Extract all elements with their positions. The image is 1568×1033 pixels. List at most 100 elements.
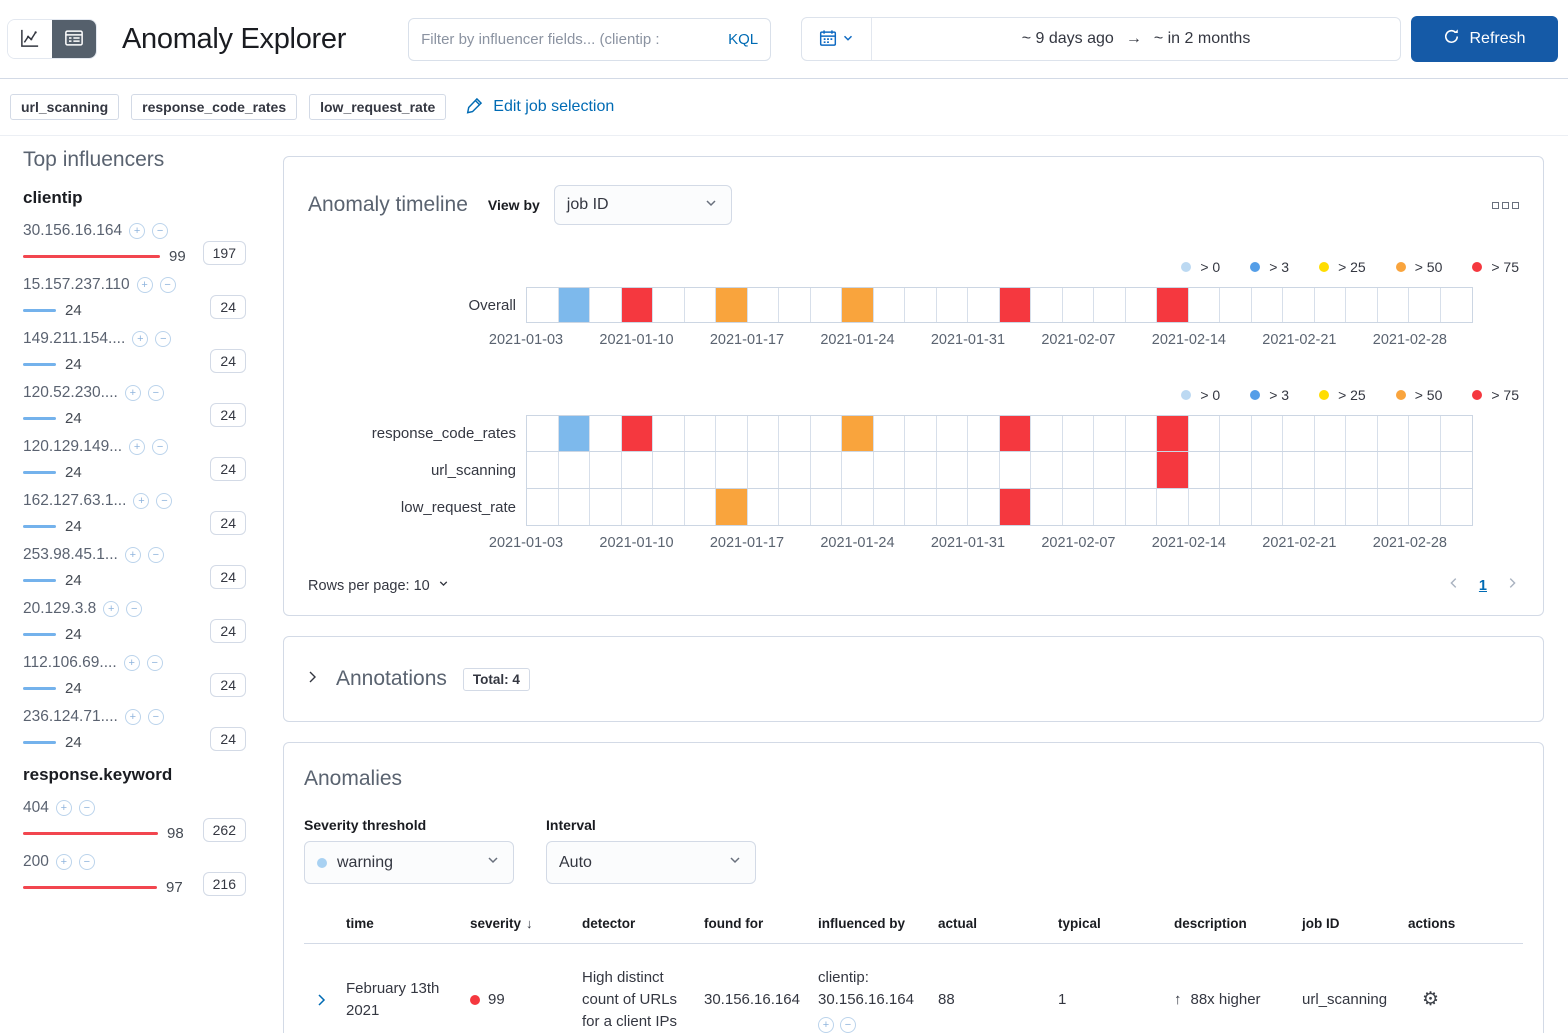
swimlane-cell[interactable] [1094, 416, 1126, 451]
swimlane-cell[interactable] [748, 489, 779, 525]
swimlane-cell[interactable] [1126, 288, 1157, 322]
swimlane-cell[interactable] [1283, 489, 1315, 525]
influencer-name[interactable]: 30.156.16.164 [23, 222, 122, 240]
filter-out-icon[interactable]: − [147, 709, 164, 725]
swimlane-cell[interactable] [779, 452, 811, 488]
swimlane-cell[interactable] [716, 416, 748, 451]
swimlane-cell[interactable] [1346, 452, 1378, 488]
influencer-name[interactable]: 120.129.149... [23, 438, 122, 456]
swimlane-cell[interactable] [1252, 416, 1283, 451]
swimlane-cell[interactable] [1346, 288, 1378, 322]
swimlane-cell[interactable] [1409, 288, 1441, 322]
swimlane-cell[interactable] [1126, 416, 1157, 451]
swimlane-cell[interactable] [1441, 288, 1473, 322]
filter-for-icon[interactable]: + [55, 854, 72, 870]
swimlane-cell[interactable] [685, 416, 716, 451]
swimlane-cell[interactable] [558, 416, 590, 451]
swimlane-cell[interactable] [1063, 416, 1094, 451]
swimlane-cell[interactable] [558, 288, 590, 322]
filter-for-icon[interactable]: + [129, 223, 146, 239]
edit-job-selection[interactable]: Edit job selection [466, 96, 614, 119]
swimlane-cell[interactable] [811, 452, 842, 488]
swimlane-cell[interactable] [1441, 416, 1473, 451]
swimlane-cell[interactable] [905, 489, 937, 525]
filter-for-icon[interactable]: + [132, 331, 149, 347]
swimlane-cell[interactable] [1063, 288, 1094, 322]
swimlane-cell[interactable] [811, 288, 842, 322]
swimlane-cell[interactable] [685, 452, 716, 488]
swimlane-cell[interactable] [842, 489, 874, 525]
col-influenced-by[interactable]: influenced by [810, 908, 930, 943]
swimlane-cell[interactable] [1031, 288, 1063, 322]
filter-for-icon[interactable]: + [124, 385, 141, 401]
swimlane-cell[interactable] [559, 452, 590, 488]
swimlane-cell[interactable] [527, 288, 559, 322]
filter-out-icon[interactable]: − [152, 223, 169, 239]
previous-page-icon[interactable] [1447, 576, 1461, 595]
swimlane-cell[interactable] [1252, 452, 1283, 488]
swimlane-cell[interactable] [622, 489, 653, 525]
influencer-name[interactable]: 149.211.154.... [23, 330, 125, 348]
swimlane-cell[interactable] [1031, 489, 1063, 525]
swimlane-cell[interactable] [1441, 452, 1473, 488]
swimlane-cell[interactable] [1283, 452, 1315, 488]
annotations-panel[interactable]: Annotations Total: 4 [283, 636, 1544, 722]
swimlane-cell[interactable] [999, 489, 1031, 525]
filter-out-icon[interactable]: − [146, 655, 163, 671]
next-page-icon[interactable] [1505, 576, 1519, 595]
filter-out-icon[interactable]: − [840, 1017, 856, 1033]
swimlane-cell[interactable] [622, 452, 653, 488]
severity-threshold-select[interactable]: warning [304, 841, 514, 884]
kql-button[interactable]: KQL [728, 31, 758, 48]
swimlane-cell[interactable] [874, 489, 905, 525]
influencer-name[interactable]: 120.52.230.... [23, 384, 118, 402]
swimlane-cell[interactable] [1031, 452, 1063, 488]
swimlane-cell[interactable] [1283, 416, 1315, 451]
swimlane-cell[interactable] [1094, 452, 1126, 488]
swimlane-cell[interactable] [653, 452, 685, 488]
swimlane-cell[interactable] [748, 288, 779, 322]
swimlane-options-icon[interactable] [1492, 201, 1519, 209]
rows-per-page-select[interactable]: Rows per page: 10 [308, 577, 450, 594]
swimlane-cell[interactable] [1441, 489, 1473, 525]
swimlane-cell[interactable] [968, 489, 1000, 525]
swimlane-cell[interactable] [1189, 452, 1220, 488]
charts-view-button[interactable] [8, 20, 52, 58]
swimlane-cell[interactable] [811, 416, 842, 451]
swimlane-cell[interactable] [716, 452, 748, 488]
swimlane-cell[interactable] [685, 489, 716, 525]
col-found-for[interactable]: found for [696, 908, 810, 943]
job-badge[interactable]: url_scanning [10, 94, 120, 120]
filter-for-icon[interactable]: + [123, 655, 140, 671]
swimlane-cell[interactable] [590, 416, 622, 451]
page-number[interactable]: 1 [1479, 578, 1487, 594]
swimlane-cell[interactable] [1189, 288, 1220, 322]
swimlane-cell[interactable] [559, 489, 590, 525]
swimlane-cell[interactable] [1220, 452, 1252, 488]
swimlane-cell[interactable] [1378, 288, 1409, 322]
swimlane-cell[interactable] [999, 416, 1031, 451]
swimlane-cell[interactable] [1315, 416, 1346, 451]
col-time[interactable]: time [338, 908, 462, 943]
influencer-name[interactable]: 404 [23, 799, 49, 817]
filter-out-icon[interactable]: − [155, 331, 172, 347]
filter-out-icon[interactable]: − [78, 800, 95, 816]
swimlane-cell[interactable] [527, 489, 559, 525]
swimlane-cell[interactable] [968, 288, 1000, 322]
filter-out-icon[interactable]: − [147, 547, 164, 563]
swimlane-cell[interactable] [874, 452, 905, 488]
col-severity[interactable]: severity ↓ [462, 908, 574, 943]
swimlane-cell[interactable] [1315, 489, 1346, 525]
swimlane-cell[interactable] [590, 288, 622, 322]
swimlane-cell[interactable] [937, 288, 968, 322]
influencer-name[interactable]: 20.129.3.8 [23, 600, 96, 618]
influencer-name[interactable]: 112.106.69.... [23, 654, 117, 672]
interval-select[interactable]: Auto [546, 841, 756, 884]
swimlane-cell[interactable] [653, 288, 685, 322]
swimlane-cell[interactable] [590, 489, 622, 525]
swimlane-cell[interactable] [1126, 489, 1157, 525]
swimlane-cell[interactable] [1409, 452, 1441, 488]
swimlane-cell[interactable] [937, 489, 968, 525]
swimlane-cell[interactable] [1157, 452, 1189, 488]
swimlane-cell[interactable] [842, 416, 874, 451]
